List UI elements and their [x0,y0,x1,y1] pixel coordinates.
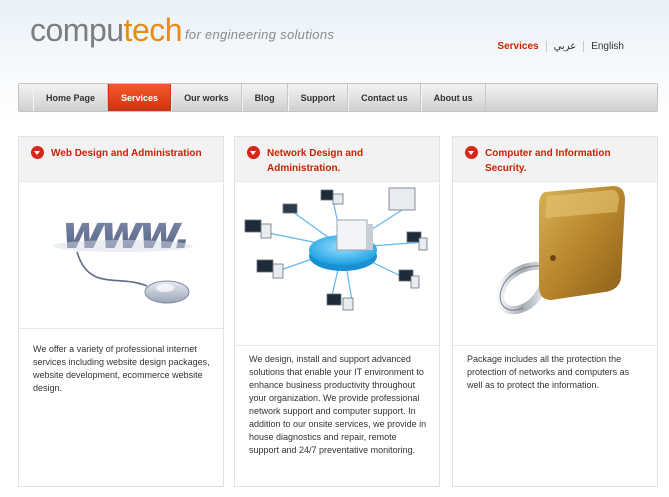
card-description: Package includes all the protection the … [467,354,630,390]
padlock-icon [496,186,625,314]
www-mouse-icon: www. [53,205,194,304]
card-header[interactable]: Network Design and Administration. [235,137,439,182]
logo-wordmark: computech [30,8,183,52]
logo-part-compu: compu [30,12,124,48]
network-diagram-icon [244,187,428,311]
nav-services[interactable]: Services [108,84,172,111]
toplink-services[interactable]: Services [490,41,545,52]
toplink-arabic[interactable]: عربي [547,41,584,52]
card-divider [19,328,223,329]
logo-part-tech: tech [123,12,183,48]
nav-home[interactable]: Home Page [33,84,109,111]
nav-about[interactable]: About us [420,84,486,111]
language-links: Services عربي English [490,41,631,52]
service-card-security: Computer and Information Security. Packa… [452,136,658,487]
card-title: Network Design and Administration. [267,148,364,174]
toplink-english[interactable]: English [584,41,631,52]
card-divider [235,345,439,346]
card-divider [453,345,657,346]
service-card-network: Network Design and Administration. We de… [234,136,440,487]
nav-contact[interactable]: Contact us [348,84,421,111]
service-card-web: Web Design and Administration www. We of… [18,136,224,487]
card-title: Computer and Information Security. [485,148,611,174]
nav-blog[interactable]: Blog [241,84,288,111]
nav-our-works[interactable]: Our works [171,84,242,111]
card-header[interactable]: Web Design and Administration [19,137,223,182]
card-description: We offer a variety of professional inter… [33,344,210,393]
chevron-down-icon [31,146,44,159]
card-description: We design, install and support advanced … [249,354,427,455]
site-logo[interactable]: computech for engineering solutions [30,8,334,52]
main-nav: Home Page Services Our works Blog Suppor… [18,83,658,112]
chevron-down-icon [247,146,260,159]
logo-tagline: for engineering solutions [185,27,335,42]
card-title: Web Design and Administration [51,148,202,159]
chevron-down-icon [465,146,478,159]
nav-support[interactable]: Support [287,84,349,111]
card-header[interactable]: Computer and Information Security. [453,137,657,182]
